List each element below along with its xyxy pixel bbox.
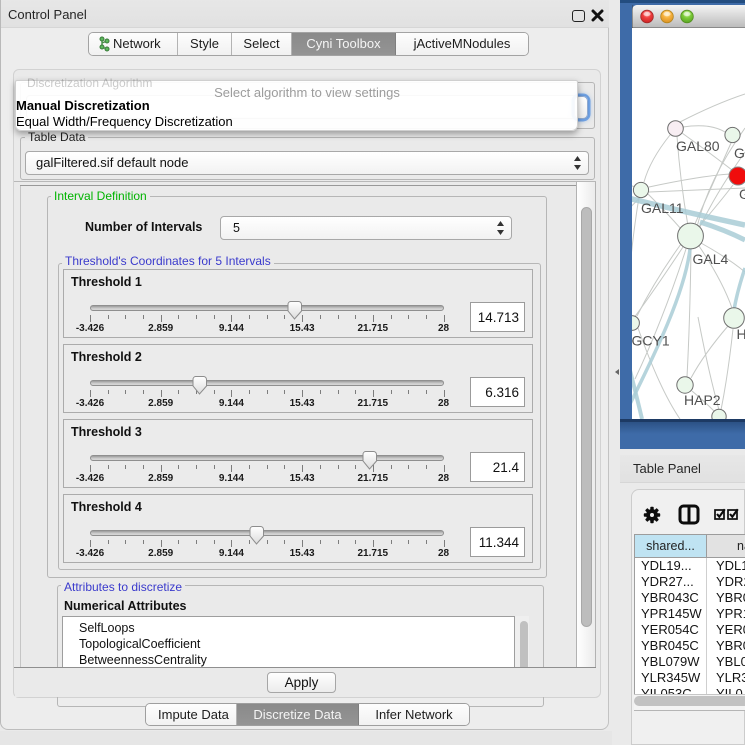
svg-text:G..: G.. — [734, 145, 745, 161]
svg-text:HAP2: HAP2 — [684, 392, 721, 408]
svg-text:G: G — [739, 186, 745, 202]
svg-text:GAL11: GAL11 — [641, 200, 684, 216]
svg-text:GAL80: GAL80 — [676, 138, 720, 154]
svg-text:GCY1: GCY1 — [632, 333, 670, 349]
svg-text:GAL4: GAL4 — [693, 251, 729, 267]
svg-text:H: H — [737, 326, 745, 342]
